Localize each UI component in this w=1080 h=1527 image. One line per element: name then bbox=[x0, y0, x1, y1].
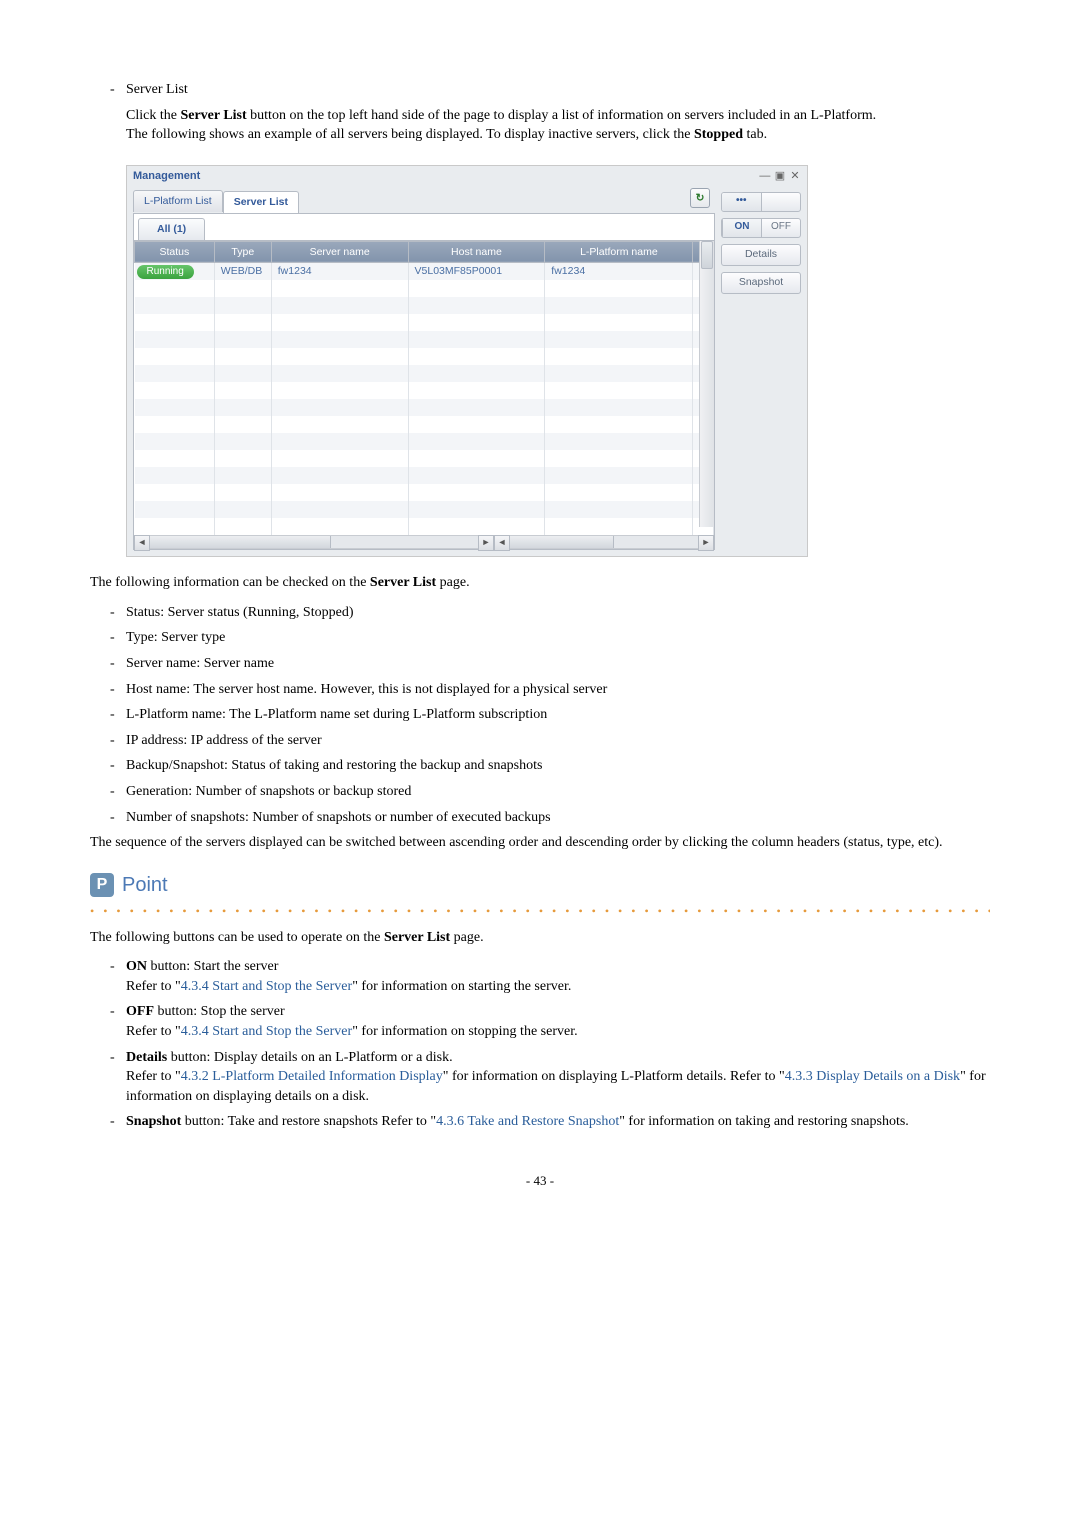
details-button[interactable]: Details bbox=[721, 244, 801, 266]
list-item: Details button: Display details on an L-… bbox=[110, 1048, 990, 1107]
tab-row: L-Platform List Server List bbox=[133, 190, 715, 213]
xref-434-start-stop[interactable]: 4.3.4 Start and Stop the Server bbox=[181, 979, 352, 994]
list-item: Number of snapshots: Number of snapshots… bbox=[110, 808, 990, 828]
horizontal-scrollbar-right[interactable]: ◄ ► bbox=[494, 535, 714, 549]
operations-list: ON button: Start the server Refer to "4.… bbox=[110, 957, 990, 1132]
cell-type: WEB/DB bbox=[215, 265, 262, 277]
section-heading: Server List bbox=[110, 80, 990, 100]
table-header-row[interactable]: Status Type Server name Host name L-Plat… bbox=[135, 241, 714, 263]
subtab-all[interactable]: All (1) bbox=[138, 218, 205, 240]
list-item: Generation: Number of snapshots or backu… bbox=[110, 782, 990, 802]
ref-text: " for information on displaying L-Platfo… bbox=[443, 1069, 785, 1084]
details-rest: button: Display details on an L-Platform… bbox=[167, 1050, 452, 1065]
ref-text: Refer to " bbox=[126, 1069, 181, 1084]
tab-server-list[interactable]: Server List bbox=[223, 191, 299, 214]
ref-text: Refer to " bbox=[126, 979, 181, 994]
mode-segment[interactable]: ••• bbox=[721, 192, 801, 212]
details-bold: Details bbox=[126, 1050, 167, 1065]
scroll-right-icon[interactable]: ► bbox=[698, 535, 714, 551]
xref-436-snapshot[interactable]: 4.3.6 Take and Restore Snapshot bbox=[436, 1114, 619, 1129]
intro-text: The following shows an example of all se… bbox=[126, 127, 694, 142]
off-rest: button: Stop the server bbox=[154, 1004, 285, 1019]
list-item: L-Platform name: The L-Platform name set… bbox=[110, 705, 990, 725]
intro-bold-server-list: Server List bbox=[180, 108, 246, 123]
server-table: Status Type Server name Host name L-Plat… bbox=[134, 241, 714, 536]
ref-text: " for information on starting the server… bbox=[352, 979, 571, 994]
point-heading: P Point bbox=[90, 871, 990, 899]
mode-right[interactable] bbox=[762, 193, 801, 211]
on-bold: ON bbox=[126, 959, 147, 974]
minimize-icon[interactable]: — bbox=[759, 169, 771, 184]
window-title: Management bbox=[133, 169, 200, 184]
list-item: Status: Server status (Running, Stopped) bbox=[110, 603, 990, 623]
snapshot-bold: Snapshot bbox=[126, 1114, 181, 1129]
cell-host-name: V5L03MF85P0001 bbox=[409, 265, 503, 277]
close-icon[interactable]: ✕ bbox=[789, 169, 801, 184]
point-intro: The following buttons can be used to ope… bbox=[90, 928, 990, 948]
list-item: Backup/Snapshot: Status of taking and re… bbox=[110, 756, 990, 776]
on-button[interactable]: ON bbox=[722, 219, 762, 237]
side-controls: ••• ON OFF Details Snapshot bbox=[721, 190, 801, 550]
point-intro-bold: Server List bbox=[384, 930, 450, 945]
col-host-name[interactable]: Host name bbox=[408, 241, 545, 263]
point-intro-text: The following buttons can be used to ope… bbox=[90, 930, 384, 945]
col-lplatform-name[interactable]: L-Platform name bbox=[545, 241, 693, 263]
point-icon: P bbox=[90, 873, 114, 897]
reload-icon: ↻ bbox=[696, 191, 705, 206]
power-segment[interactable]: ON OFF bbox=[721, 218, 801, 238]
intro-bold-stopped: Stopped bbox=[694, 127, 743, 142]
sequence-note: The sequence of the servers displayed ca… bbox=[90, 833, 990, 853]
off-button[interactable]: OFF bbox=[762, 219, 800, 237]
ref-text: Refer to " bbox=[126, 1024, 181, 1039]
list-item: Host name: The server host name. However… bbox=[110, 680, 990, 700]
col-status[interactable]: Status bbox=[135, 241, 215, 263]
screenshot-figure: Management — ▣ ✕ L-Platform List Server … bbox=[126, 165, 808, 557]
snapshot-button[interactable]: Snapshot bbox=[721, 272, 801, 294]
cell-server-name: fw1234 bbox=[272, 265, 312, 277]
horizontal-scrollbar-left[interactable]: ◄ ► bbox=[134, 535, 494, 549]
vertical-scrollbar[interactable] bbox=[699, 241, 714, 528]
restore-icon[interactable]: ▣ bbox=[774, 169, 786, 184]
checklist: Status: Server status (Running, Stopped)… bbox=[110, 603, 990, 827]
col-type[interactable]: Type bbox=[214, 241, 271, 263]
xref-433-disk-details[interactable]: 4.3.3 Display Details on a Disk bbox=[785, 1069, 960, 1084]
scroll-left-icon[interactable]: ◄ bbox=[494, 535, 510, 551]
cell-lplatform-name: fw1234 bbox=[545, 265, 585, 277]
ref-text: " for information on taking and restorin… bbox=[619, 1114, 909, 1129]
status-badge: Running bbox=[137, 265, 194, 279]
post-intro-bold: Server List bbox=[370, 575, 436, 590]
post-intro: The following information can be checked… bbox=[90, 573, 990, 593]
col-server-name[interactable]: Server name bbox=[271, 241, 408, 263]
list-item: Server name: Server name bbox=[110, 654, 990, 674]
mode-left[interactable]: ••• bbox=[722, 193, 762, 211]
tab-lplatform-list[interactable]: L-Platform List bbox=[133, 190, 223, 212]
post-intro-text: page. bbox=[436, 575, 469, 590]
point-intro-text: page. bbox=[450, 930, 483, 945]
intro-text: Click the bbox=[126, 108, 180, 123]
list-item: OFF button: Stop the server Refer to "4.… bbox=[110, 1002, 990, 1041]
xref-434-start-stop[interactable]: 4.3.4 Start and Stop the Server bbox=[181, 1024, 352, 1039]
off-bold: OFF bbox=[126, 1004, 154, 1019]
point-label: Point bbox=[122, 871, 168, 899]
reload-button[interactable]: ↻ bbox=[690, 188, 710, 208]
list-item: Type: Server type bbox=[110, 628, 990, 648]
list-item: Snapshot button: Take and restore snapsh… bbox=[110, 1112, 990, 1132]
server-list-panel: ↻ All (1) Status Type Server nam bbox=[133, 213, 715, 550]
page-number: - 43 - bbox=[90, 1172, 990, 1190]
snapshot-rest: button: Take and restore snapshots Refer… bbox=[181, 1114, 436, 1129]
xref-432-lplatform-detail[interactable]: 4.3.2 L-Platform Detailed Information Di… bbox=[181, 1069, 443, 1084]
intro-paragraph: Click the Server List button on the top … bbox=[126, 106, 990, 145]
intro-text: button on the top left hand side of the … bbox=[247, 108, 876, 123]
list-item: ON button: Start the server Refer to "4.… bbox=[110, 957, 990, 996]
scroll-left-icon[interactable]: ◄ bbox=[134, 535, 150, 551]
list-item: IP address: IP address of the server bbox=[110, 731, 990, 751]
post-intro-text: The following information can be checked… bbox=[90, 575, 370, 590]
table-row[interactable]: Running WEB/DB fw1234 V5L03MF85P0001 fw1… bbox=[135, 263, 714, 281]
on-rest: button: Start the server bbox=[147, 959, 278, 974]
ref-text: " for information on stopping the server… bbox=[352, 1024, 577, 1039]
dotted-rule: • • • • • • • • • • • • • • • • • • • • … bbox=[90, 903, 990, 920]
scroll-right-icon[interactable]: ► bbox=[478, 535, 494, 551]
intro-text: tab. bbox=[743, 127, 767, 142]
window-controls: — ▣ ✕ bbox=[759, 169, 801, 184]
